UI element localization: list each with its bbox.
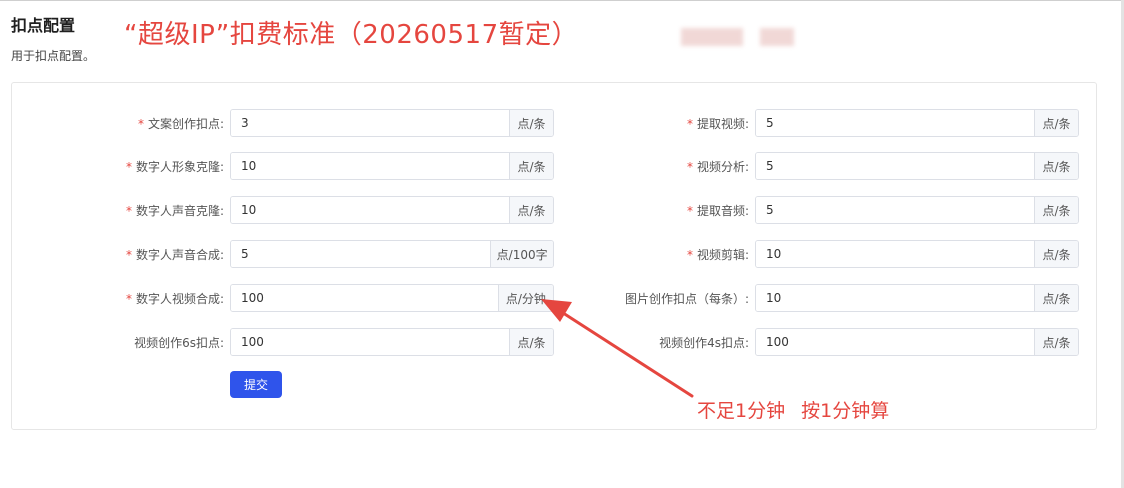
annotation-arrow — [541, 299, 694, 398]
annotation-note: 不足1分钟 按1分钟算 — [697, 400, 890, 422]
